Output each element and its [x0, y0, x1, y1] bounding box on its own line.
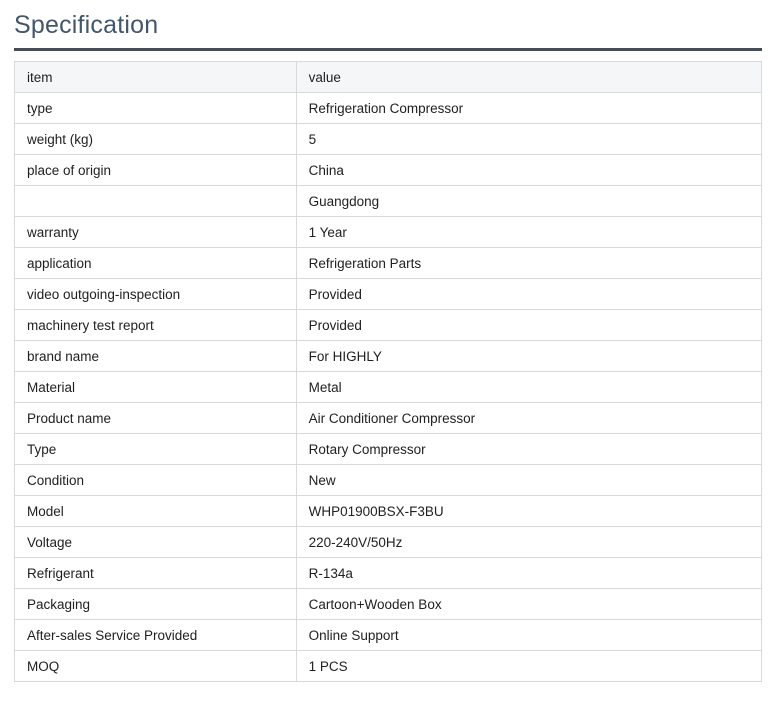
- spec-item-cell: type: [14, 92, 297, 125]
- spec-value-cell: Provided: [295, 309, 763, 342]
- spec-value-cell: Online Support: [295, 619, 763, 652]
- table-row: Condition New: [14, 464, 763, 497]
- spec-value-cell: 5: [295, 123, 763, 156]
- spec-item-cell: MOQ: [14, 650, 297, 683]
- table-row: Model WHP01900BSX-F3BU: [14, 495, 763, 528]
- spec-value-cell: WHP01900BSX-F3BU: [295, 495, 763, 528]
- spec-item-cell: application: [14, 247, 297, 280]
- table-row: MOQ 1 PCS: [14, 650, 763, 683]
- spec-item-cell: Refrigerant: [14, 557, 297, 590]
- spec-item-cell: Packaging: [14, 588, 297, 621]
- spec-value-cell: Refrigeration Compressor: [295, 92, 763, 125]
- spec-value-cell: Air Conditioner Compressor: [295, 402, 763, 435]
- spec-value-cell: Provided: [295, 278, 763, 311]
- table-row: Product name Air Conditioner Compressor: [14, 402, 763, 435]
- spec-value-cell: Guangdong: [295, 185, 763, 218]
- table-row: Refrigerant R-134a: [14, 557, 763, 590]
- spec-value-cell: Cartoon+Wooden Box: [295, 588, 763, 621]
- spec-value-cell: For HIGHLY: [295, 340, 763, 373]
- specification-section: Specification item value type Refrigerati…: [0, 0, 773, 683]
- table-row: Material Metal: [14, 371, 763, 404]
- spec-item-cell: Product name: [14, 402, 297, 435]
- column-header-value: value: [295, 61, 763, 94]
- table-row: Guangdong: [14, 185, 763, 218]
- spec-value-cell: Refrigeration Parts: [295, 247, 763, 280]
- spec-item-cell: Model: [14, 495, 297, 528]
- table-row: application Refrigeration Parts: [14, 247, 763, 280]
- spec-item-cell: Type: [14, 433, 297, 466]
- spec-value-cell: 1 PCS: [295, 650, 763, 683]
- spec-value-cell: 220-240V/50Hz: [295, 526, 763, 559]
- spec-value-cell: R-134a: [295, 557, 763, 590]
- spec-item-cell: Condition: [14, 464, 297, 497]
- spec-item-cell: place of origin: [14, 154, 297, 187]
- spec-value-cell: China: [295, 154, 763, 187]
- table-row: type Refrigeration Compressor: [14, 92, 763, 125]
- table-header-row: item value: [14, 61, 763, 94]
- spec-table: item value type Refrigeration Compressor w…: [14, 61, 763, 683]
- table-row: After-sales Service Provided Online Suppo…: [14, 619, 763, 652]
- spec-item-cell: warranty: [14, 216, 297, 249]
- spec-value-cell: 1 Year: [295, 216, 763, 249]
- spec-item-cell: machinery test report: [14, 309, 297, 342]
- spec-item-cell: video outgoing-inspection: [14, 278, 297, 311]
- page-title: Specification: [14, 11, 159, 39]
- table-row: Type Rotary Compressor: [14, 433, 763, 466]
- table-row: weight (kg) 5: [14, 123, 763, 156]
- table-row: place of origin China: [14, 154, 763, 187]
- spec-item-cell: brand name: [14, 340, 297, 373]
- column-header-item: item: [14, 61, 297, 94]
- table-row: warranty 1 Year: [14, 216, 763, 249]
- spec-item-cell: [14, 185, 297, 218]
- table-row: brand name For HIGHLY: [14, 340, 763, 373]
- table-row: video outgoing-inspection Provided: [14, 278, 763, 311]
- table-row: Packaging Cartoon+Wooden Box: [14, 588, 763, 621]
- spec-value-cell: Rotary Compressor: [295, 433, 763, 466]
- spec-value-cell: New: [295, 464, 763, 497]
- spec-item-cell: Material: [14, 371, 297, 404]
- spec-item-cell: Voltage: [14, 526, 297, 559]
- spec-item-cell: After-sales Service Provided: [14, 619, 297, 652]
- table-row: machinery test report Provided: [14, 309, 763, 342]
- title-underline: [14, 48, 762, 52]
- spec-item-cell: weight (kg): [14, 123, 297, 156]
- spec-value-cell: Metal: [295, 371, 763, 404]
- table-row: Voltage 220-240V/50Hz: [14, 526, 763, 559]
